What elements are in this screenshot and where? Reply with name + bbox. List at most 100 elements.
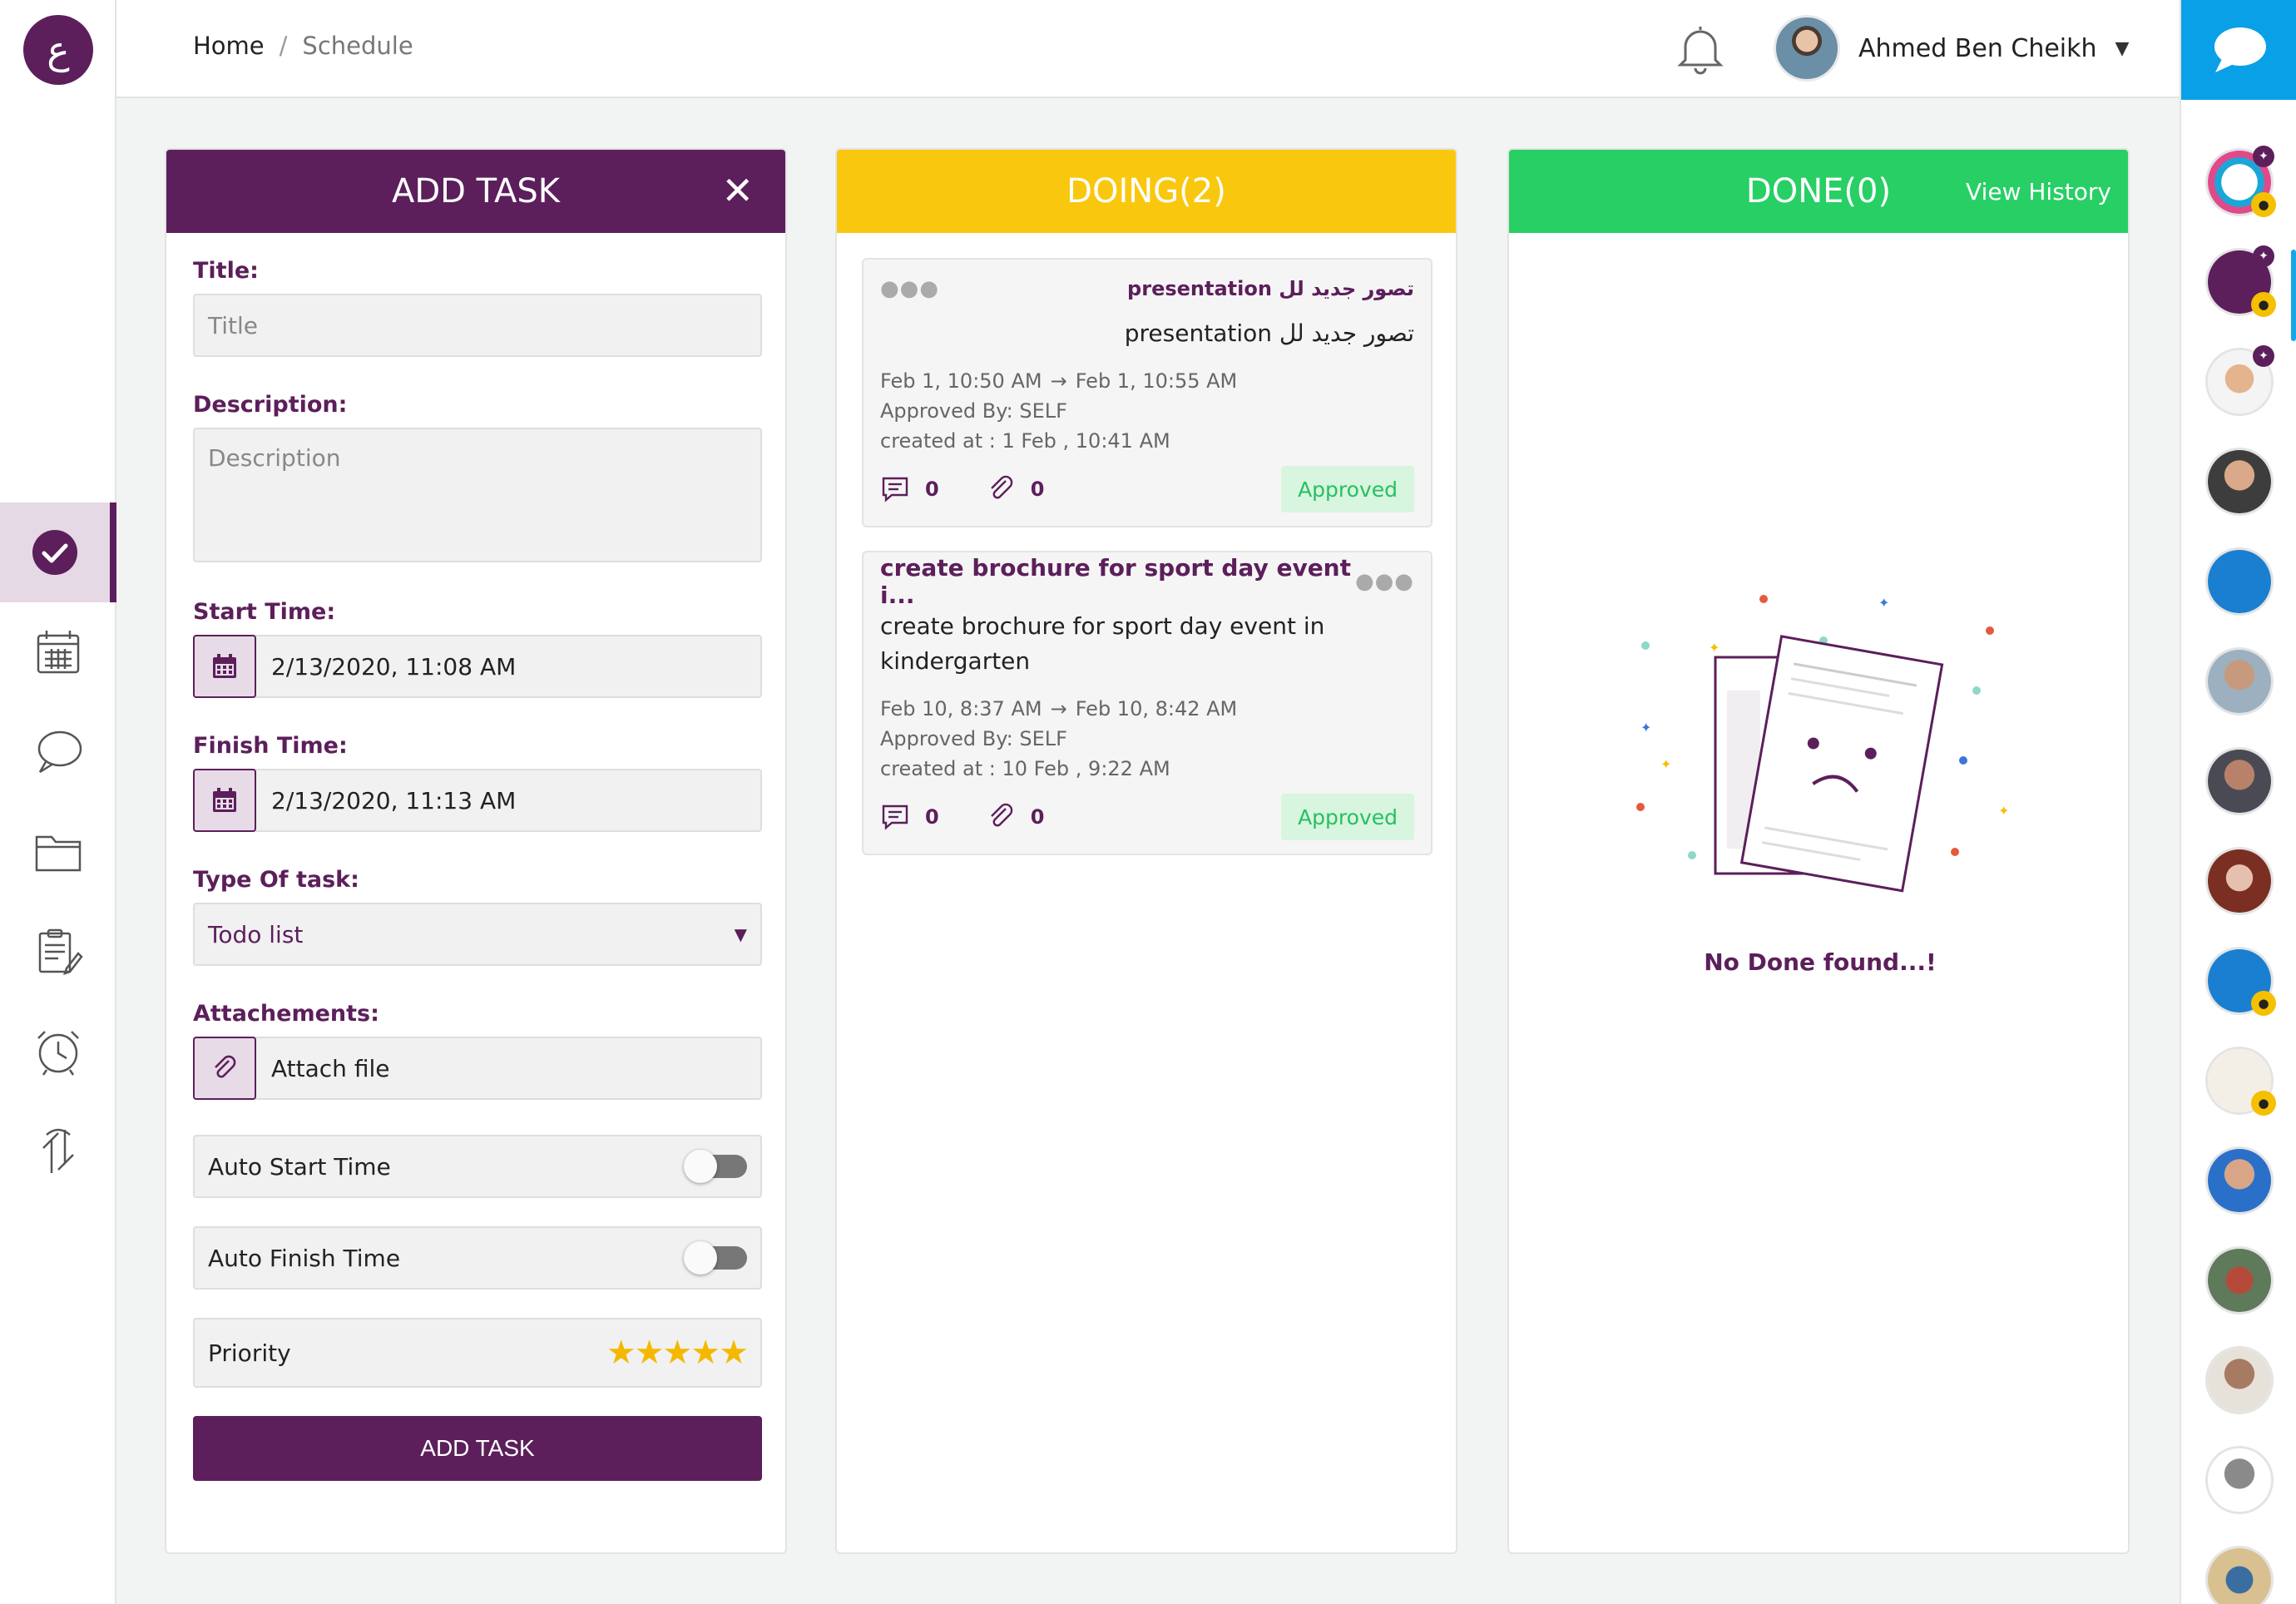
nav-chat[interactable] bbox=[0, 702, 116, 802]
add-task-panel: ADD TASK ✕ Title: Title Description: Des… bbox=[165, 148, 787, 1554]
nav-calendar[interactable] bbox=[0, 602, 116, 702]
comments-count[interactable]: 0 bbox=[880, 802, 939, 832]
add-task-button[interactable]: ADD TASK bbox=[193, 1416, 762, 1481]
group-icon: ● bbox=[2251, 1091, 2276, 1116]
doing-column: DOING(2) ●●● تصور جديد لل presentation ت… bbox=[835, 148, 1457, 1554]
task-end: Feb 10, 8:42 AM bbox=[1075, 697, 1238, 720]
contact-avatar[interactable] bbox=[2205, 547, 2274, 616]
contact-avatar[interactable] bbox=[2205, 448, 2274, 516]
done-column: DONE(0) View History ✦ ✦ ✦ ✦ ✦ ✦ bbox=[1507, 148, 2130, 1554]
contact-avatar[interactable] bbox=[2205, 647, 2274, 715]
breadcrumb-separator: / bbox=[279, 32, 288, 60]
contact-avatar[interactable]: ● bbox=[2205, 1047, 2276, 1116]
top-bar: Home / Schedule Ahmed Ben Cheikh ▼ bbox=[116, 0, 2180, 98]
calendar-icon bbox=[37, 631, 80, 674]
contact-avatar[interactable] bbox=[2205, 847, 2274, 915]
contact-avatar[interactable] bbox=[2205, 747, 2274, 815]
task-card[interactable]: ●●● تصور جديد لل presentation تصور جديد … bbox=[862, 258, 1433, 527]
contact-avatar[interactable]: ✦ ● bbox=[2205, 245, 2276, 317]
finish-time-value: 2/13/2020, 11:13 AM bbox=[271, 786, 517, 814]
finish-time-label: Finish Time: bbox=[193, 733, 348, 759]
attachments-label: Attachements: bbox=[193, 1001, 379, 1027]
title-input[interactable]: Title bbox=[193, 294, 762, 357]
task-description: create brochure for sport day event in k… bbox=[880, 612, 1325, 675]
attach-button[interactable] bbox=[193, 1037, 256, 1100]
comments-count[interactable]: 0 bbox=[880, 474, 939, 504]
task-schedule: Feb 10, 8:37 AM → Feb 10, 8:42 AM bbox=[880, 694, 1414, 724]
calendar-button[interactable] bbox=[193, 635, 256, 698]
contact-avatar[interactable] bbox=[2205, 1446, 2274, 1514]
add-task-header: ADD TASK ✕ bbox=[166, 150, 785, 233]
attachments-value: 0 bbox=[1030, 478, 1045, 501]
paperclip-icon bbox=[990, 475, 1012, 499]
task-type-value: Todo list bbox=[208, 920, 304, 948]
panel-title: ADD TASK bbox=[392, 172, 560, 210]
calendar-button[interactable] bbox=[193, 769, 256, 832]
contact-avatar[interactable] bbox=[2205, 1246, 2274, 1314]
svg-text:✦: ✦ bbox=[1660, 756, 1671, 772]
notification-bell-icon[interactable] bbox=[1674, 22, 1727, 75]
attach-file-field[interactable]: Attach file bbox=[193, 1037, 762, 1100]
contact-avatar[interactable] bbox=[2205, 1146, 2274, 1215]
pin-icon: ✦ bbox=[2253, 146, 2274, 167]
task-type-select[interactable]: Todo list ▼ bbox=[193, 903, 762, 966]
logo-glyph: ع bbox=[47, 27, 70, 72]
scrollbar[interactable] bbox=[2291, 250, 2296, 341]
contact-avatar[interactable]: ● bbox=[2205, 947, 2276, 1016]
auto-start-toggle[interactable] bbox=[684, 1150, 747, 1183]
start-time-field[interactable]: 2/13/2020, 11:08 AM bbox=[193, 635, 762, 698]
nav-sync[interactable] bbox=[0, 1102, 116, 1201]
calendar-icon bbox=[213, 788, 236, 812]
auto-start-row: Auto Start Time bbox=[193, 1135, 762, 1198]
comment-icon bbox=[882, 477, 908, 502]
breadcrumb-home[interactable]: Home bbox=[193, 32, 265, 60]
paperclip-icon bbox=[990, 803, 1012, 827]
task-schedule: Feb 1, 10:50 AM → Feb 1, 10:55 AM bbox=[880, 366, 1414, 396]
app-logo[interactable]: ع bbox=[23, 15, 93, 85]
task-card[interactable]: create brochure for sport day event i...… bbox=[862, 551, 1433, 855]
group-icon: ● bbox=[2251, 292, 2276, 317]
auto-finish-row: Auto Finish Time bbox=[193, 1226, 762, 1290]
task-created-at: created at : 10 Feb , 9:22 AM bbox=[880, 757, 1170, 780]
contact-avatar[interactable]: ✦ bbox=[2205, 345, 2274, 416]
svg-text:✦: ✦ bbox=[1709, 640, 1720, 656]
folder-icon bbox=[35, 835, 82, 872]
attachments-count[interactable]: 0 bbox=[986, 802, 1044, 832]
view-history-link[interactable]: View History bbox=[1966, 178, 2111, 205]
nav-files[interactable] bbox=[0, 802, 116, 902]
auto-start-label: Auto Start Time bbox=[208, 1152, 391, 1181]
task-approved-by: Approved By: SELF bbox=[880, 727, 1067, 750]
nav-tasks[interactable] bbox=[0, 502, 116, 602]
priority-stars[interactable]: ★★★★★ bbox=[606, 1334, 749, 1372]
task-title: تصور جديد لل presentation bbox=[1127, 277, 1414, 300]
nav-alarm[interactable] bbox=[0, 1002, 116, 1102]
doing-task-list: ●●● تصور جديد لل presentation تصور جديد … bbox=[837, 233, 1456, 855]
nav-notes[interactable] bbox=[0, 902, 116, 1002]
title-label: Title: bbox=[193, 258, 259, 284]
user-menu[interactable]: Ahmed Ben Cheikh ▼ bbox=[1774, 15, 2129, 82]
chat-bubble-icon bbox=[37, 730, 82, 774]
open-chat-button[interactable] bbox=[2181, 0, 2296, 100]
more-options-icon[interactable]: ●●● bbox=[880, 276, 939, 301]
task-end: Feb 1, 10:55 AM bbox=[1075, 369, 1238, 393]
contact-avatar[interactable] bbox=[2205, 1346, 2274, 1414]
sad-document-icon bbox=[1714, 635, 1944, 893]
attachments-count[interactable]: 0 bbox=[986, 474, 1045, 504]
description-input[interactable]: Description bbox=[193, 428, 762, 562]
priority-label: Priority bbox=[208, 1339, 291, 1367]
finish-time-field[interactable]: 2/13/2020, 11:13 AM bbox=[193, 769, 762, 832]
contact-avatar[interactable]: ✦ ● bbox=[2205, 146, 2276, 217]
more-options-icon[interactable]: ●●● bbox=[1355, 569, 1414, 594]
svg-text:✦: ✦ bbox=[1640, 720, 1651, 735]
empty-state-text: No Done found...! bbox=[1704, 948, 1937, 976]
task-created-at: created at : 1 Feb , 10:41 AM bbox=[880, 429, 1170, 453]
user-name: Ahmed Ben Cheikh bbox=[1858, 33, 2097, 63]
auto-finish-toggle[interactable] bbox=[684, 1241, 747, 1275]
group-icon: ● bbox=[2251, 991, 2276, 1016]
task-type-label: Type Of task: bbox=[193, 867, 359, 893]
comment-icon bbox=[882, 804, 908, 830]
start-time-value: 2/13/2020, 11:08 AM bbox=[271, 652, 517, 681]
contact-avatar[interactable] bbox=[2205, 1546, 2274, 1604]
close-icon[interactable]: ✕ bbox=[721, 170, 754, 211]
task-description: تصور جديد لل presentation bbox=[1124, 319, 1414, 347]
